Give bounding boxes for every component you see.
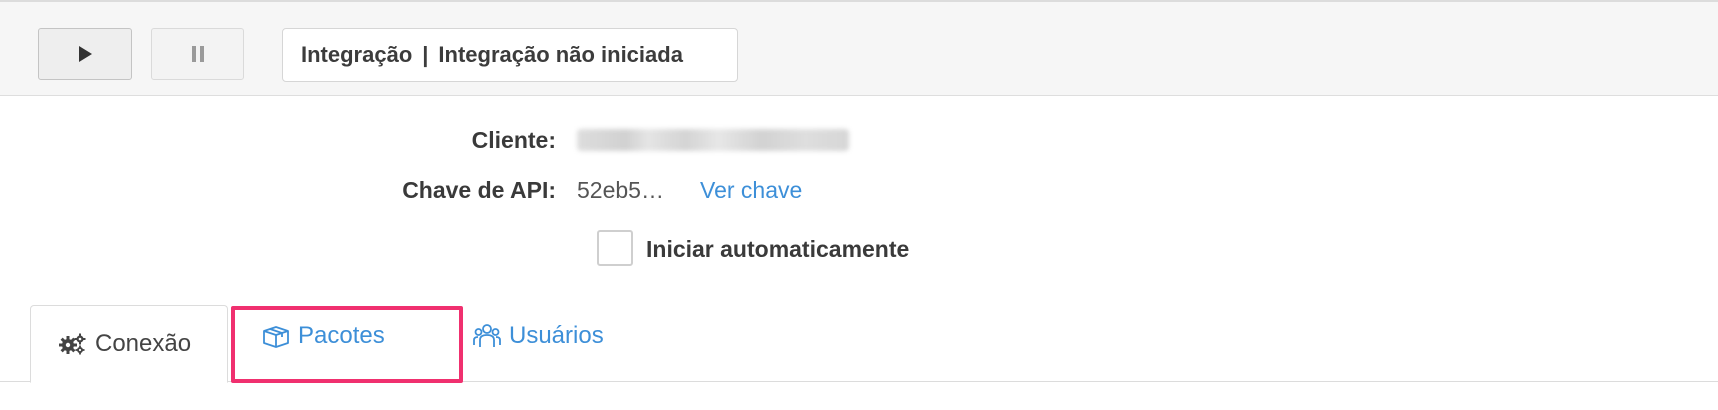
package-icon — [262, 324, 290, 348]
client-value-redacted — [577, 129, 849, 151]
status-separator: | — [422, 42, 429, 67]
integration-status: Integração | Integração não iniciada — [282, 28, 738, 82]
start-button[interactable] — [38, 28, 132, 80]
integration-toolbar: Integração | Integração não iniciada — [0, 0, 1718, 96]
auto-start-label[interactable]: Iniciar automaticamente — [646, 236, 909, 263]
auto-start-checkbox[interactable] — [597, 230, 633, 266]
view-key-link[interactable]: Ver chave — [700, 177, 802, 204]
play-icon — [77, 45, 93, 63]
tab-conexao-label: Conexão — [95, 330, 192, 357]
users-icon — [473, 323, 501, 349]
tabs-divider — [0, 381, 1718, 382]
tab-conexao[interactable]: Conexão — [30, 305, 228, 383]
status-value: Integração não iniciada — [438, 42, 683, 67]
api-key-label: Chave de API: — [402, 177, 556, 203]
pause-button[interactable] — [151, 28, 244, 80]
pause-icon — [191, 45, 205, 63]
tab-pacotes[interactable]: Pacotes — [262, 322, 385, 350]
status-label: Integração — [301, 42, 413, 67]
gears-icon — [59, 333, 87, 355]
client-label: Cliente: — [471, 127, 556, 153]
tab-usuarios[interactable]: Usuários — [473, 322, 604, 350]
tab-pacotes-label: Pacotes — [298, 322, 385, 349]
tab-usuarios-label: Usuários — [509, 322, 604, 349]
api-key-value: 52eb5… — [577, 177, 664, 203]
